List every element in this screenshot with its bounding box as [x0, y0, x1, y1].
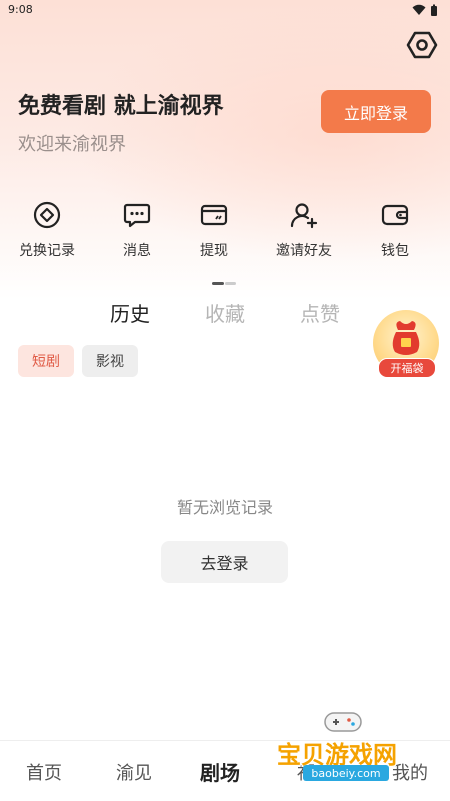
settings-icon: [406, 31, 438, 59]
status-time: 9:08: [8, 3, 33, 16]
gamepad-icon: [324, 712, 362, 732]
lucky-bag-icon: [392, 321, 420, 355]
go-login-button[interactable]: 去登录: [161, 541, 288, 583]
tab-history[interactable]: 历史: [110, 298, 150, 327]
chip-short-drama[interactable]: 短剧: [18, 345, 74, 377]
quick-action-wallet[interactable]: 钱包: [355, 200, 435, 260]
category-chips: 短剧 影视: [18, 345, 138, 377]
quick-action-invite-friends[interactable]: 邀请好友: [264, 200, 344, 260]
card-icon: [200, 204, 228, 226]
lucky-bag-label: 开福袋: [378, 358, 436, 378]
chip-film-tv[interactable]: 影视: [82, 345, 138, 377]
nav-theater[interactable]: 剧场: [200, 757, 240, 786]
quick-action-label: 兑换记录: [19, 243, 75, 259]
quick-action-label: 消息: [123, 243, 151, 259]
login-button[interactable]: 立即登录: [321, 90, 431, 133]
quick-action-exchange-records[interactable]: 兑换记录: [7, 200, 87, 260]
quick-action-messages[interactable]: 消息: [97, 200, 177, 260]
page-title: 免费看剧 就上渝视界: [18, 94, 224, 119]
settings-button[interactable]: [405, 28, 439, 62]
tab-bar: 历史 收藏 点赞: [0, 298, 370, 330]
quick-actions: 兑换记录 消息 提现 邀请好友 钱包: [0, 200, 450, 280]
quick-action-label: 邀请好友: [276, 243, 332, 259]
watermark-url: baobeiy.com: [303, 765, 389, 781]
lucky-bag-button[interactable]: 开福袋: [373, 310, 439, 380]
invite-user-icon: [290, 203, 318, 229]
quick-action-withdraw[interactable]: 提现: [174, 200, 254, 260]
wallet-icon: [381, 204, 409, 226]
quick-action-label: 钱包: [381, 243, 409, 259]
quick-action-label: 提现: [200, 243, 228, 259]
tab-favorites[interactable]: 收藏: [205, 298, 245, 327]
message-icon: [123, 203, 151, 228]
nav-yujian[interactable]: 渝见: [116, 759, 152, 785]
watermark: 宝贝游戏网 baobeiy.com: [275, 705, 450, 800]
nav-home[interactable]: 首页: [26, 759, 62, 785]
empty-state-message: 暂无浏览记录: [176, 498, 273, 517]
wifi-icon: [412, 4, 426, 15]
battery-icon: [431, 4, 437, 16]
status-bar: 9:08: [0, 0, 450, 22]
coin-icon: [33, 201, 61, 229]
welcome-text: 欢迎来渝视界: [18, 134, 126, 155]
tab-likes[interactable]: 点赞: [300, 298, 340, 327]
page-indicator: [212, 282, 236, 286]
